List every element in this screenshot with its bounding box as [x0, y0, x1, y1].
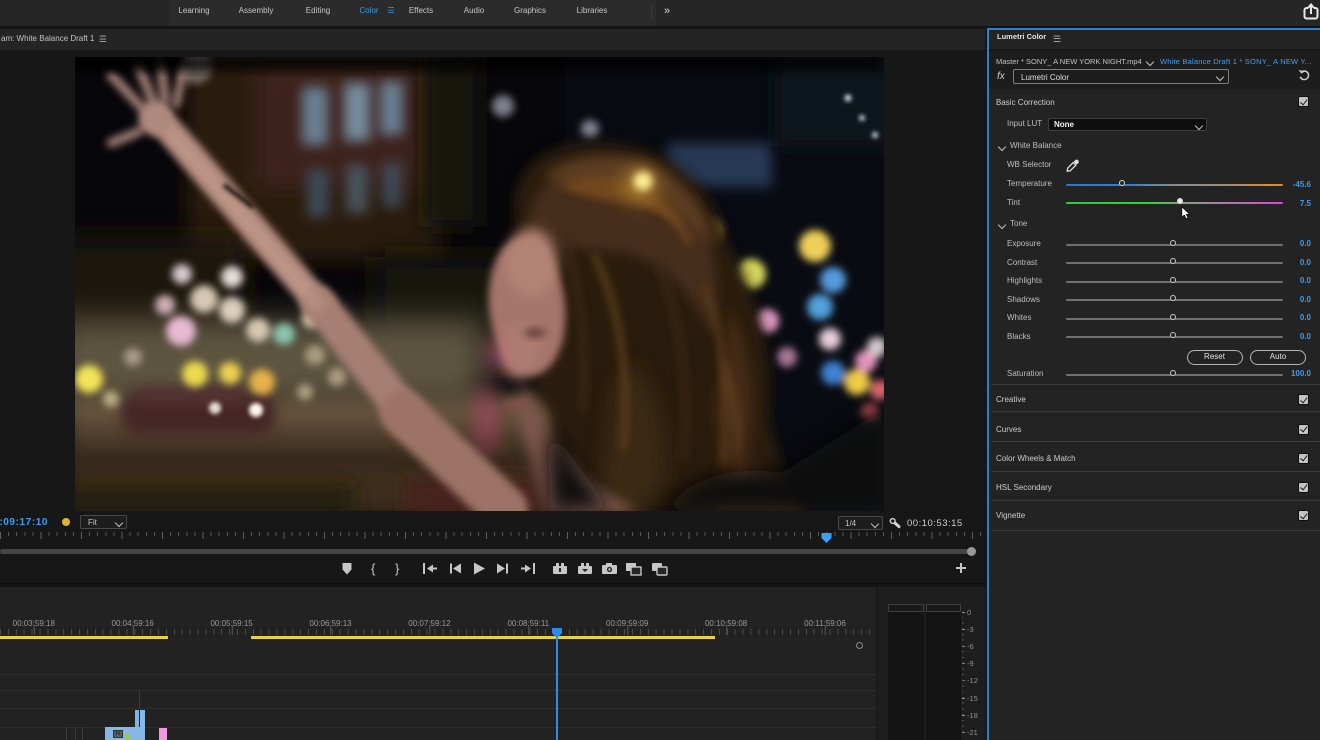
svg-text:}: } — [395, 561, 400, 576]
svg-text:{: { — [371, 561, 376, 576]
